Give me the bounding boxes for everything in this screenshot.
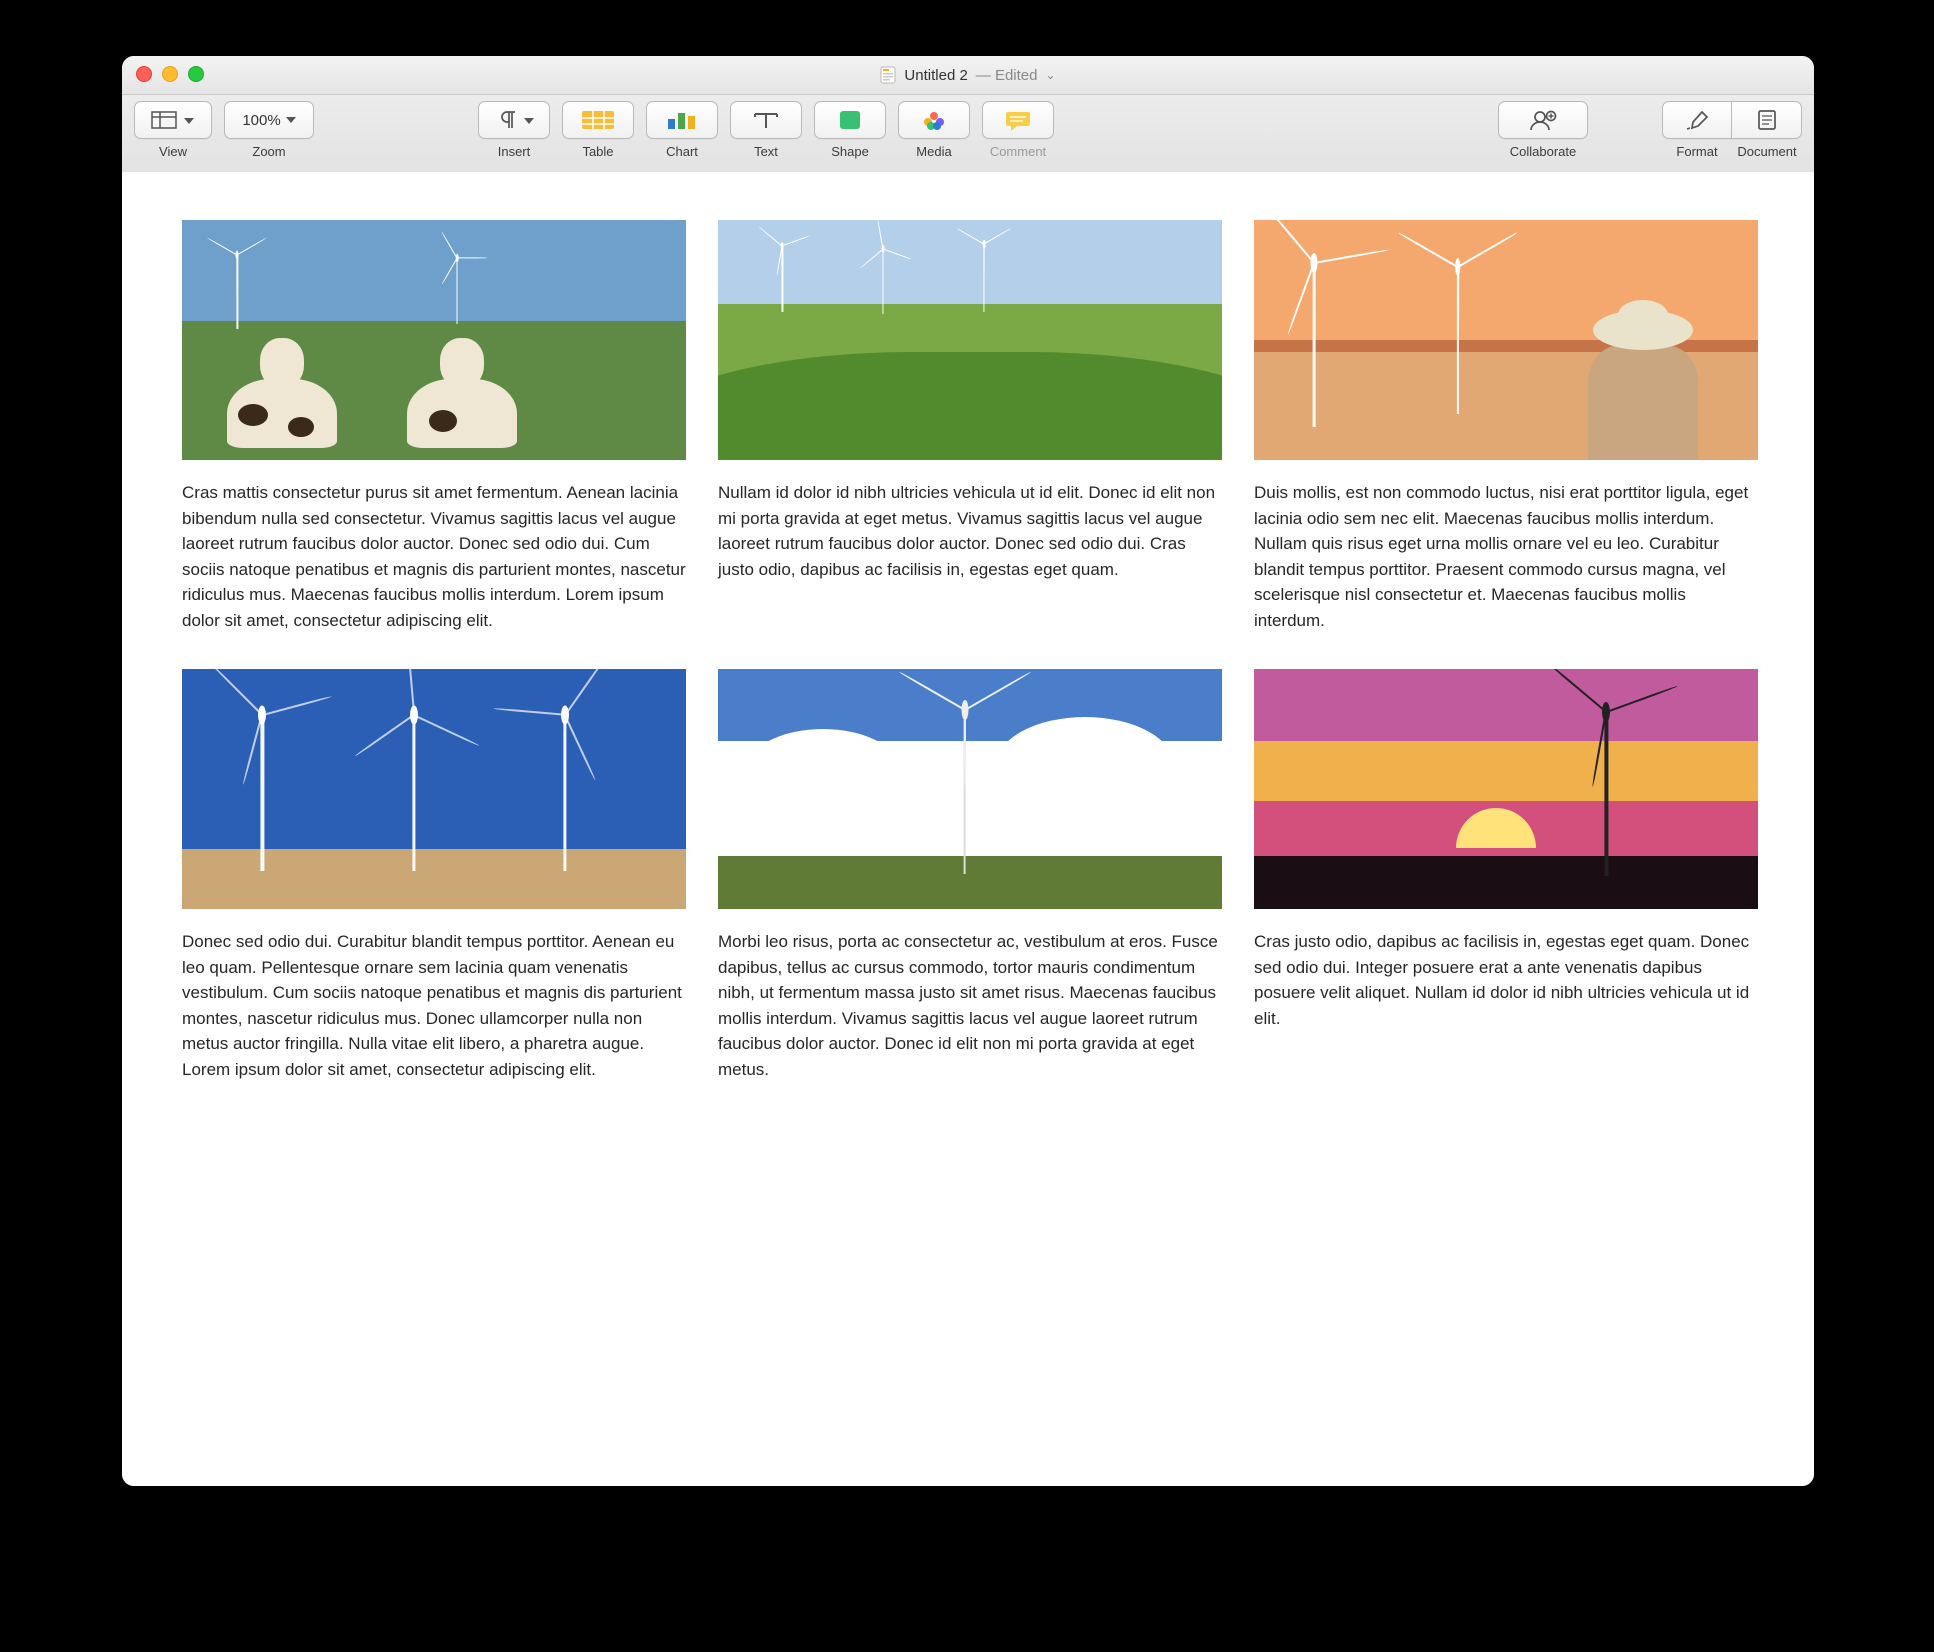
document-canvas[interactable]: Cras mattis consectetur purus sit amet f… [122,172,1814,1486]
zoom-label: Zoom [252,144,285,159]
cell-3: Duis mollis, est non commodo luctus, nis… [1254,220,1758,633]
image-blue-sky-turbines[interactable] [182,669,686,909]
title-area[interactable]: Untitled 2 — Edited ⌄ [880,66,1055,84]
view-button[interactable] [134,101,212,139]
close-window-button[interactable] [136,66,152,82]
format-button[interactable] [1662,101,1732,139]
shape-icon [837,109,863,131]
media-icon [920,108,948,132]
table-icon [581,109,615,131]
format-brush-icon [1684,109,1710,131]
collaborate-icon [1528,108,1558,132]
view-label: View [159,144,187,159]
image-green-hill-turbines[interactable] [718,220,1222,460]
caption-6[interactable]: Cras justo odio, dapibus ac facilisis in… [1254,929,1758,1031]
text-label: Text [754,144,778,159]
media-button[interactable] [898,101,970,139]
comment-group: Comment [982,101,1054,159]
document-icon [880,66,896,84]
cell-2: Nullam id dolor id nibh ultricies vehicu… [718,220,1222,633]
collaborate-group: Collaborate [1498,101,1588,159]
caption-1[interactable]: Cras mattis consectetur purus sit amet f… [182,480,686,633]
chart-button[interactable] [646,101,718,139]
edited-indicator: — Edited [976,67,1038,84]
zoom-dropdown[interactable]: 100% [224,101,314,139]
table-label: Table [582,144,613,159]
cell-5: Morbi leo risus, porta ac consectetur ac… [718,669,1222,1082]
insert-button[interactable] [478,101,550,139]
table-button[interactable] [562,101,634,139]
comment-label: Comment [990,144,1046,159]
text-group: Text [730,101,802,159]
caption-5[interactable]: Morbi leo risus, porta ac consectetur ac… [718,929,1222,1082]
caption-3[interactable]: Duis mollis, est non commodo luctus, nis… [1254,480,1758,633]
view-group: View [134,101,212,159]
collaborate-button[interactable] [1498,101,1588,139]
chevron-down-icon [286,116,296,124]
cell-1: Cras mattis consectetur purus sit amet f… [182,220,686,633]
table-group: Table [562,101,634,159]
collaborate-label: Collaborate [1510,144,1577,159]
zoom-value: 100% [242,112,280,129]
media-group: Media [898,101,970,159]
caption-2[interactable]: Nullam id dolor id nibh ultricies vehicu… [718,480,1222,582]
pilcrow-icon [492,109,536,131]
image-clouds-single-turbine[interactable] [718,669,1222,909]
app-window: Untitled 2 — Edited ⌄ View 100% Zoom [122,56,1814,1486]
image-sunset-person-turbines[interactable] [1254,220,1758,460]
media-label: Media [916,144,951,159]
chart-label: Chart [666,144,698,159]
cell-6: Cras justo odio, dapibus ac facilisis in… [1254,669,1758,1082]
comment-icon [1003,109,1033,131]
zoom-group: 100% Zoom [224,101,314,159]
titlebar: Untitled 2 — Edited ⌄ [122,56,1814,95]
shape-group: Shape [814,101,886,159]
insert-label: Insert [498,144,531,159]
text-button[interactable] [730,101,802,139]
text-icon [751,109,781,131]
minimize-window-button[interactable] [162,66,178,82]
shape-button[interactable] [814,101,886,139]
zoom-window-button[interactable] [188,66,204,82]
chart-icon [665,109,699,131]
page: Cras mattis consectetur purus sit amet f… [122,172,1814,1142]
document-label: Document [1732,144,1802,159]
cell-4: Donec sed odio dui. Curabitur blandit te… [182,669,686,1082]
format-label: Format [1662,144,1732,159]
document-page-icon [1756,109,1778,131]
view-icon [150,109,196,131]
chevron-down-icon: ⌄ [1046,68,1056,82]
window-controls [136,66,204,82]
chart-group: Chart [646,101,718,159]
insert-group: Insert [478,101,550,159]
caption-4[interactable]: Donec sed odio dui. Curabitur blandit te… [182,929,686,1082]
layout-grid: Cras mattis consectetur purus sit amet f… [182,220,1758,1082]
comment-button[interactable] [982,101,1054,139]
format-document-group: Format Document [1662,101,1802,159]
image-pink-sunset-turbine[interactable] [1254,669,1758,909]
shape-label: Shape [831,144,869,159]
document-title: Untitled 2 [904,67,967,84]
toolbar: View 100% Zoom Insert Tabl [122,95,1814,180]
image-cows-turbines[interactable] [182,220,686,460]
document-button[interactable] [1732,101,1802,139]
